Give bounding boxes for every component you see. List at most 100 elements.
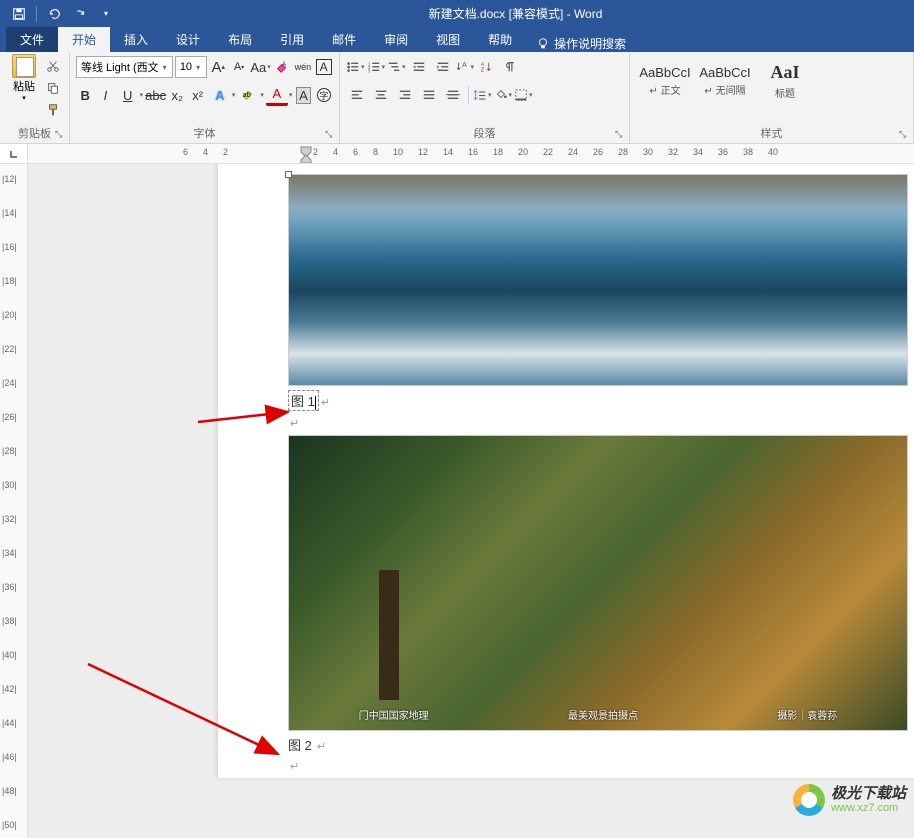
superscript-button[interactable]: x²: [188, 84, 206, 106]
italic-button[interactable]: I: [96, 84, 114, 106]
redo-icon: [73, 7, 87, 21]
watermark-title: 极光下载站: [831, 786, 906, 803]
text-direction-button[interactable]: A▾: [456, 60, 475, 74]
shading-button[interactable]: ▾: [494, 88, 513, 102]
ruler-tick: 18: [493, 147, 503, 157]
group-clipboard: 粘贴 ▾ 剪贴板 ⤡: [0, 52, 70, 143]
redo-button[interactable]: [69, 3, 91, 25]
ruler-tick: 30: [643, 147, 653, 157]
enclose-char-button[interactable]: 字: [315, 84, 333, 106]
document-canvas[interactable]: 图 1↵ ↵ 门中国国家地理 最美观景拍摄点 摄影｜袁蓉荪 图 2 ↵ ↵: [28, 164, 914, 838]
align-right-button[interactable]: [394, 84, 416, 106]
tab-help[interactable]: 帮助: [474, 27, 526, 52]
align-left-icon: [350, 88, 364, 102]
ruler-tick: 12: [418, 147, 428, 157]
ribbon-tabs: 文件 开始 插入 设计 布局 引用 邮件 审阅 视图 帮助 操作说明搜索: [0, 27, 914, 52]
document-page: 图 1↵ ↵ 门中国国家地理 最美观景拍摄点 摄影｜袁蓉荪 图 2 ↵ ↵: [218, 164, 914, 778]
tab-references[interactable]: 引用: [266, 27, 318, 52]
tab-insert[interactable]: 插入: [110, 27, 162, 52]
char-border-button[interactable]: A: [314, 56, 333, 78]
group-font: 等线 Light (西文▾ 10▾ A▴ A▾ Aa▾ A wén A B I …: [70, 52, 340, 143]
text-effects-button[interactable]: A▾: [209, 84, 236, 106]
caption-1[interactable]: 图 1↵: [288, 386, 914, 415]
ruler-tick: |18|: [2, 276, 17, 286]
tab-view[interactable]: 视图: [422, 27, 474, 52]
ruler-tick: |24|: [2, 378, 17, 388]
align-left-button[interactable]: [346, 84, 368, 106]
shrink-font-button[interactable]: A▾: [230, 56, 249, 78]
phonetic-button[interactable]: wén: [294, 56, 313, 78]
paste-button[interactable]: 粘贴 ▾: [6, 54, 42, 102]
tell-me-search[interactable]: 操作说明搜索: [526, 35, 636, 52]
qat-customize[interactable]: ▾: [95, 3, 117, 25]
brush-icon: [46, 103, 60, 117]
char-shading-button[interactable]: A: [294, 84, 312, 106]
pilcrow-icon: [504, 60, 518, 74]
ruler-tick: |26|: [2, 412, 17, 422]
format-painter-button[interactable]: [42, 100, 64, 120]
undo-button[interactable]: [43, 3, 65, 25]
copy-button[interactable]: [42, 78, 64, 98]
strikethrough-button[interactable]: abc: [145, 84, 166, 106]
ruler-tick: 10: [393, 147, 403, 157]
image-credits: 门中国国家地理 最美观景拍摄点 摄影｜袁蓉荪: [289, 707, 907, 722]
caption-2[interactable]: 图 2 ↵: [288, 731, 914, 758]
style-item[interactable]: AaBbCcI↵ 正文: [636, 54, 694, 108]
tab-mailings[interactable]: 邮件: [318, 27, 370, 52]
tab-home[interactable]: 开始: [58, 27, 110, 52]
show-marks-button[interactable]: [500, 56, 522, 78]
paragraph-launcher[interactable]: ⤡: [615, 129, 627, 141]
watermark: 极光下载站 www.xz7.com: [793, 784, 906, 816]
hanging-indent-marker[interactable]: [300, 154, 312, 163]
paste-label: 粘贴: [13, 78, 35, 94]
title-bar: ▾ 新建文档.docx [兼容模式] - Word: [0, 0, 914, 27]
font-color-button[interactable]: A▾: [266, 84, 293, 106]
ruler-tick: 6: [183, 147, 188, 157]
tab-layout[interactable]: 布局: [214, 27, 266, 52]
resize-handle[interactable]: [285, 171, 292, 178]
bold-button[interactable]: B: [76, 84, 94, 106]
cut-button[interactable]: [42, 56, 64, 76]
tab-selector[interactable]: [0, 144, 28, 163]
ruler-tick: |20|: [2, 310, 17, 320]
quick-access-toolbar: ▾: [0, 3, 117, 25]
ruler-tick: |42|: [2, 684, 17, 694]
ruler-tick: 24: [568, 147, 578, 157]
multilevel-button[interactable]: ▾: [387, 60, 406, 74]
save-button[interactable]: [8, 3, 30, 25]
decrease-indent-button[interactable]: [408, 56, 430, 78]
document-image-2[interactable]: 门中国国家地理 最美观景拍摄点 摄影｜袁蓉荪: [288, 435, 908, 731]
clear-format-button[interactable]: A: [273, 56, 292, 78]
bullets-button[interactable]: ▾: [346, 60, 365, 74]
line-spacing-button[interactable]: ▾: [473, 88, 492, 102]
font-size-combo[interactable]: 10▾: [175, 56, 207, 78]
align-justify-button[interactable]: [418, 84, 440, 106]
tab-review[interactable]: 审阅: [370, 27, 422, 52]
change-case-button[interactable]: Aa▾: [250, 56, 270, 78]
subscript-button[interactable]: x₂: [168, 84, 186, 106]
sort-button[interactable]: AZ: [476, 56, 498, 78]
style-item[interactable]: AaI标题: [756, 54, 814, 108]
clipboard-launcher[interactable]: ⤡: [55, 129, 67, 141]
style-item[interactable]: AaBbCcI↵ 无间隔: [696, 54, 754, 108]
align-center-button[interactable]: [370, 84, 392, 106]
style-name: ↵ 正文: [649, 82, 680, 97]
align-distribute-button[interactable]: [442, 84, 464, 106]
numbering-button[interactable]: 123▾: [367, 60, 386, 74]
font-launcher[interactable]: ⤡: [325, 129, 337, 141]
ruler-vertical[interactable]: |12||14||16||18||20||22||24||26||28||30|…: [0, 164, 28, 838]
ruler-tick: 40: [768, 147, 778, 157]
highlight-button[interactable]: ab▾: [237, 84, 264, 106]
font-name-combo[interactable]: 等线 Light (西文▾: [76, 56, 173, 78]
styles-launcher[interactable]: ⤡: [899, 129, 911, 141]
ruler-horizontal[interactable]: 642246810121416182022242628303234363840: [0, 144, 914, 164]
increase-indent-button[interactable]: [432, 56, 454, 78]
borders-button[interactable]: ▾: [514, 88, 533, 102]
underline-button[interactable]: U▾: [117, 84, 144, 106]
ruler-tick: |28|: [2, 446, 17, 456]
style-name: 标题: [775, 85, 795, 100]
grow-font-button[interactable]: A▴: [209, 56, 228, 78]
document-image-1[interactable]: [288, 174, 908, 386]
tab-design[interactable]: 设计: [162, 27, 214, 52]
tab-file[interactable]: 文件: [6, 27, 58, 52]
